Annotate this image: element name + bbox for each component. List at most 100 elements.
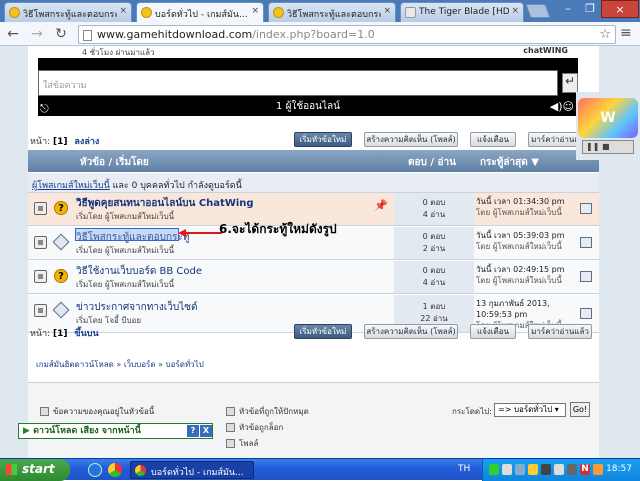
language-indicator[interactable]: TH bbox=[458, 464, 470, 474]
forward-button[interactable]: → bbox=[28, 25, 46, 43]
download-audio-label: ดาวน์โหลด เสียง จากหน้านี้ bbox=[33, 426, 141, 436]
go-to-last-post-icon[interactable] bbox=[580, 203, 592, 214]
go-to-last-post-icon[interactable] bbox=[580, 308, 592, 319]
notify-button[interactable]: แจ้งเตือน bbox=[470, 132, 516, 147]
tab-close-icon[interactable]: × bbox=[383, 6, 391, 16]
side-banner[interactable]: W ❚❚ ■ bbox=[576, 92, 640, 160]
last-post: วันนี้ เวลา 05:39:03 pm โดย ผู้โพสเกมส์ให… bbox=[476, 230, 564, 252]
chat-input[interactable]: ใส่ข้อความ bbox=[38, 70, 558, 96]
topic-title-link[interactable]: ข่าวประกาศจากทางเว็บไซต์ bbox=[76, 300, 197, 315]
last-post-date: วันนี้ เวลา 01:34:30 pm bbox=[476, 197, 565, 206]
tab-3[interactable]: วิธีโพสกระทู้และตอบกระ × bbox=[268, 2, 396, 22]
topic-title-link[interactable]: วิธีใช้งานเว็บบอร์ด BB Code bbox=[76, 264, 202, 279]
new-topic-button[interactable]: เริ่มหัวข้อใหม่ bbox=[294, 324, 352, 339]
topic-starter: เริ่มโดย ผู้โพสเกมส์ใหม่เว็บนี้ bbox=[76, 280, 175, 289]
topic-stats: 0 ตอบ 4 อ่าน bbox=[394, 193, 474, 225]
go-to-last-post-icon[interactable] bbox=[580, 271, 592, 282]
jump-to-label: กระโดดไป: bbox=[452, 407, 492, 416]
address-bar[interactable]: www.gamehitdownload.com/index.php?board=… bbox=[78, 25, 616, 44]
jump-to-select[interactable]: => บอร์ดทั่วไป ▾ bbox=[494, 403, 566, 417]
go-to-last-post-icon[interactable] bbox=[580, 237, 592, 248]
ie-icon[interactable] bbox=[88, 463, 102, 477]
tray-app-icon[interactable]: N bbox=[580, 464, 590, 475]
tab-4[interactable]: The Tiger Blade [HD]|... × bbox=[400, 2, 524, 22]
maximize-button[interactable]: ❐ bbox=[578, 0, 602, 18]
url-host: www.gamehitdownload.com bbox=[97, 28, 253, 41]
last-post-column-header[interactable]: กระทู้ล่าสุด ▼ bbox=[480, 155, 539, 170]
browser-toolbar: ← → ↻ www.gamehitdownload.com/index.php?… bbox=[0, 22, 640, 46]
start-button[interactable]: start bbox=[0, 459, 70, 481]
tab-1[interactable]: วิธีโพสกระทู้และตอบกระ × bbox=[4, 2, 132, 22]
volume-icon[interactable]: ◀)☺ bbox=[550, 98, 574, 116]
tab-close-icon[interactable]: × bbox=[119, 6, 127, 16]
tab-close-icon[interactable]: × bbox=[251, 6, 259, 16]
new-topic-button[interactable]: เริ่มหัวข้อใหม่ bbox=[294, 132, 352, 147]
tray-app-icon[interactable] bbox=[567, 464, 577, 475]
download-audio-bar[interactable]: ▶ ดาวน์โหลด เสียง จากหน้านี้ ? X bbox=[18, 423, 213, 439]
replies-column-header[interactable]: ตอบ / อ่าน bbox=[408, 155, 456, 170]
taskbar-item-chrome[interactable]: บอร์ดทั่วไป - เกมส์มัน... bbox=[130, 461, 254, 479]
lock-icon bbox=[226, 407, 235, 416]
close-icon[interactable]: X bbox=[200, 425, 212, 437]
legend-label: หัวข้อถูกล็อก bbox=[239, 423, 284, 432]
forum-container: 4 ชั่วโมง ผ่านมาแล้ว chatWING ใส่ข้อความ… bbox=[28, 46, 599, 458]
network-icon[interactable] bbox=[489, 464, 499, 475]
logout-icon[interactable]: ⎋ bbox=[40, 100, 49, 118]
help-icon[interactable]: ? bbox=[187, 425, 199, 437]
close-window-button[interactable]: × bbox=[601, 0, 639, 18]
view-count: 2 อ่าน bbox=[422, 244, 446, 253]
tab-close-icon[interactable]: × bbox=[511, 6, 519, 16]
viewer-user-link[interactable]: ผู้โพสเกมส์ใหม่เว็บนี้ bbox=[32, 181, 110, 191]
page-icon bbox=[83, 30, 92, 41]
topic-status-icon bbox=[34, 236, 47, 249]
current-page[interactable]: [1] bbox=[53, 329, 68, 339]
legend-item: หัวข้อที่ถูกให้ปักหมุด bbox=[226, 405, 309, 418]
emoticon-icon bbox=[273, 7, 284, 18]
tab-label: วิธีโพสกระทู้และตอบกระ bbox=[23, 10, 117, 20]
page-viewport: 4 ชั่วโมง ผ่านมาแล้ว chatWING ใส่ข้อความ… bbox=[0, 46, 640, 458]
minimize-button[interactable]: – bbox=[556, 0, 580, 18]
chat-message-time: 4 ชั่วโมง ผ่านมาแล้ว bbox=[82, 48, 155, 57]
tray-app-icon[interactable] bbox=[515, 464, 525, 475]
reload-button[interactable]: ↻ bbox=[52, 25, 70, 43]
url-path: /index.php?board=1.0 bbox=[252, 28, 375, 41]
chat-online-count: 1 ผู้ใช้ออนไลน์ bbox=[276, 101, 340, 112]
bookmark-star-icon[interactable]: ☆ bbox=[599, 27, 611, 42]
chat-status-bar: ⎋ 1 ผู้ใช้ออนไลน์ ◀)☺ bbox=[38, 98, 578, 116]
chat-send-button[interactable]: ↵ bbox=[562, 73, 578, 93]
go-down-link[interactable]: ลงล่าง bbox=[74, 137, 99, 147]
tray-app-icon[interactable] bbox=[502, 464, 512, 475]
volume-icon[interactable] bbox=[554, 464, 564, 475]
breadcrumb-home[interactable]: เกมส์มันฮิตดาวน์โหลด bbox=[36, 360, 114, 369]
media-player-bar[interactable]: ❚❚ ■ bbox=[582, 140, 634, 154]
back-button[interactable]: ← bbox=[4, 25, 22, 43]
start-label: start bbox=[22, 462, 55, 476]
legend-item: โพลล์ bbox=[226, 437, 258, 450]
last-post-date: วันนี้ เวลา 05:39:03 pm bbox=[476, 231, 565, 240]
mark-read-button[interactable]: มาร์คว่าอ่านแล้ว bbox=[528, 324, 592, 339]
current-page[interactable]: [1] bbox=[53, 137, 68, 147]
pages-label: หน้า: bbox=[30, 329, 51, 339]
last-post: วันนี้ เวลา 01:34:30 pm โดย ผู้โพสเกมส์ให… bbox=[476, 196, 564, 218]
new-poll-button[interactable]: สร้างความคิดเห็น (โพลล์) bbox=[364, 132, 458, 147]
tab-2[interactable]: บอร์ดทั่วไป - เกมส์มัน... × bbox=[136, 2, 264, 22]
chrome-icon[interactable] bbox=[108, 463, 122, 477]
topic-stats: 0 ตอบ 4 อ่าน bbox=[394, 261, 474, 293]
topic-icon bbox=[52, 233, 70, 251]
selection-highlight bbox=[75, 228, 179, 241]
emoticon-icon bbox=[9, 7, 20, 18]
notify-button[interactable]: แจ้งเตือน bbox=[470, 324, 516, 339]
table-row: ? วิธีใช้งานเว็บบอร์ด BB Code เริ่มโดย ผ… bbox=[28, 261, 599, 294]
subject-column-header[interactable]: หัวข้อ / เริ่มโดย bbox=[80, 155, 149, 170]
new-poll-button[interactable]: สร้างความคิดเห็น (โพลล์) bbox=[364, 324, 458, 339]
go-up-link[interactable]: ขึ้นบน bbox=[74, 329, 98, 339]
breadcrumb-board-index[interactable]: เว็บบอร์ด bbox=[124, 360, 156, 369]
topic-title-link[interactable]: วิธีพูดคุยสนทนาออนไลน์บน ChatWing bbox=[76, 196, 254, 211]
tray-app-icon[interactable] bbox=[593, 464, 603, 475]
tray-app-icon[interactable] bbox=[528, 464, 538, 475]
go-button[interactable]: Go! bbox=[570, 402, 590, 417]
new-tab-button[interactable] bbox=[525, 4, 551, 18]
menu-icon[interactable]: ≡ bbox=[620, 25, 632, 41]
breadcrumb-current[interactable]: บอร์ดทั่วไป bbox=[166, 360, 204, 369]
tray-app-icon[interactable] bbox=[541, 464, 551, 475]
